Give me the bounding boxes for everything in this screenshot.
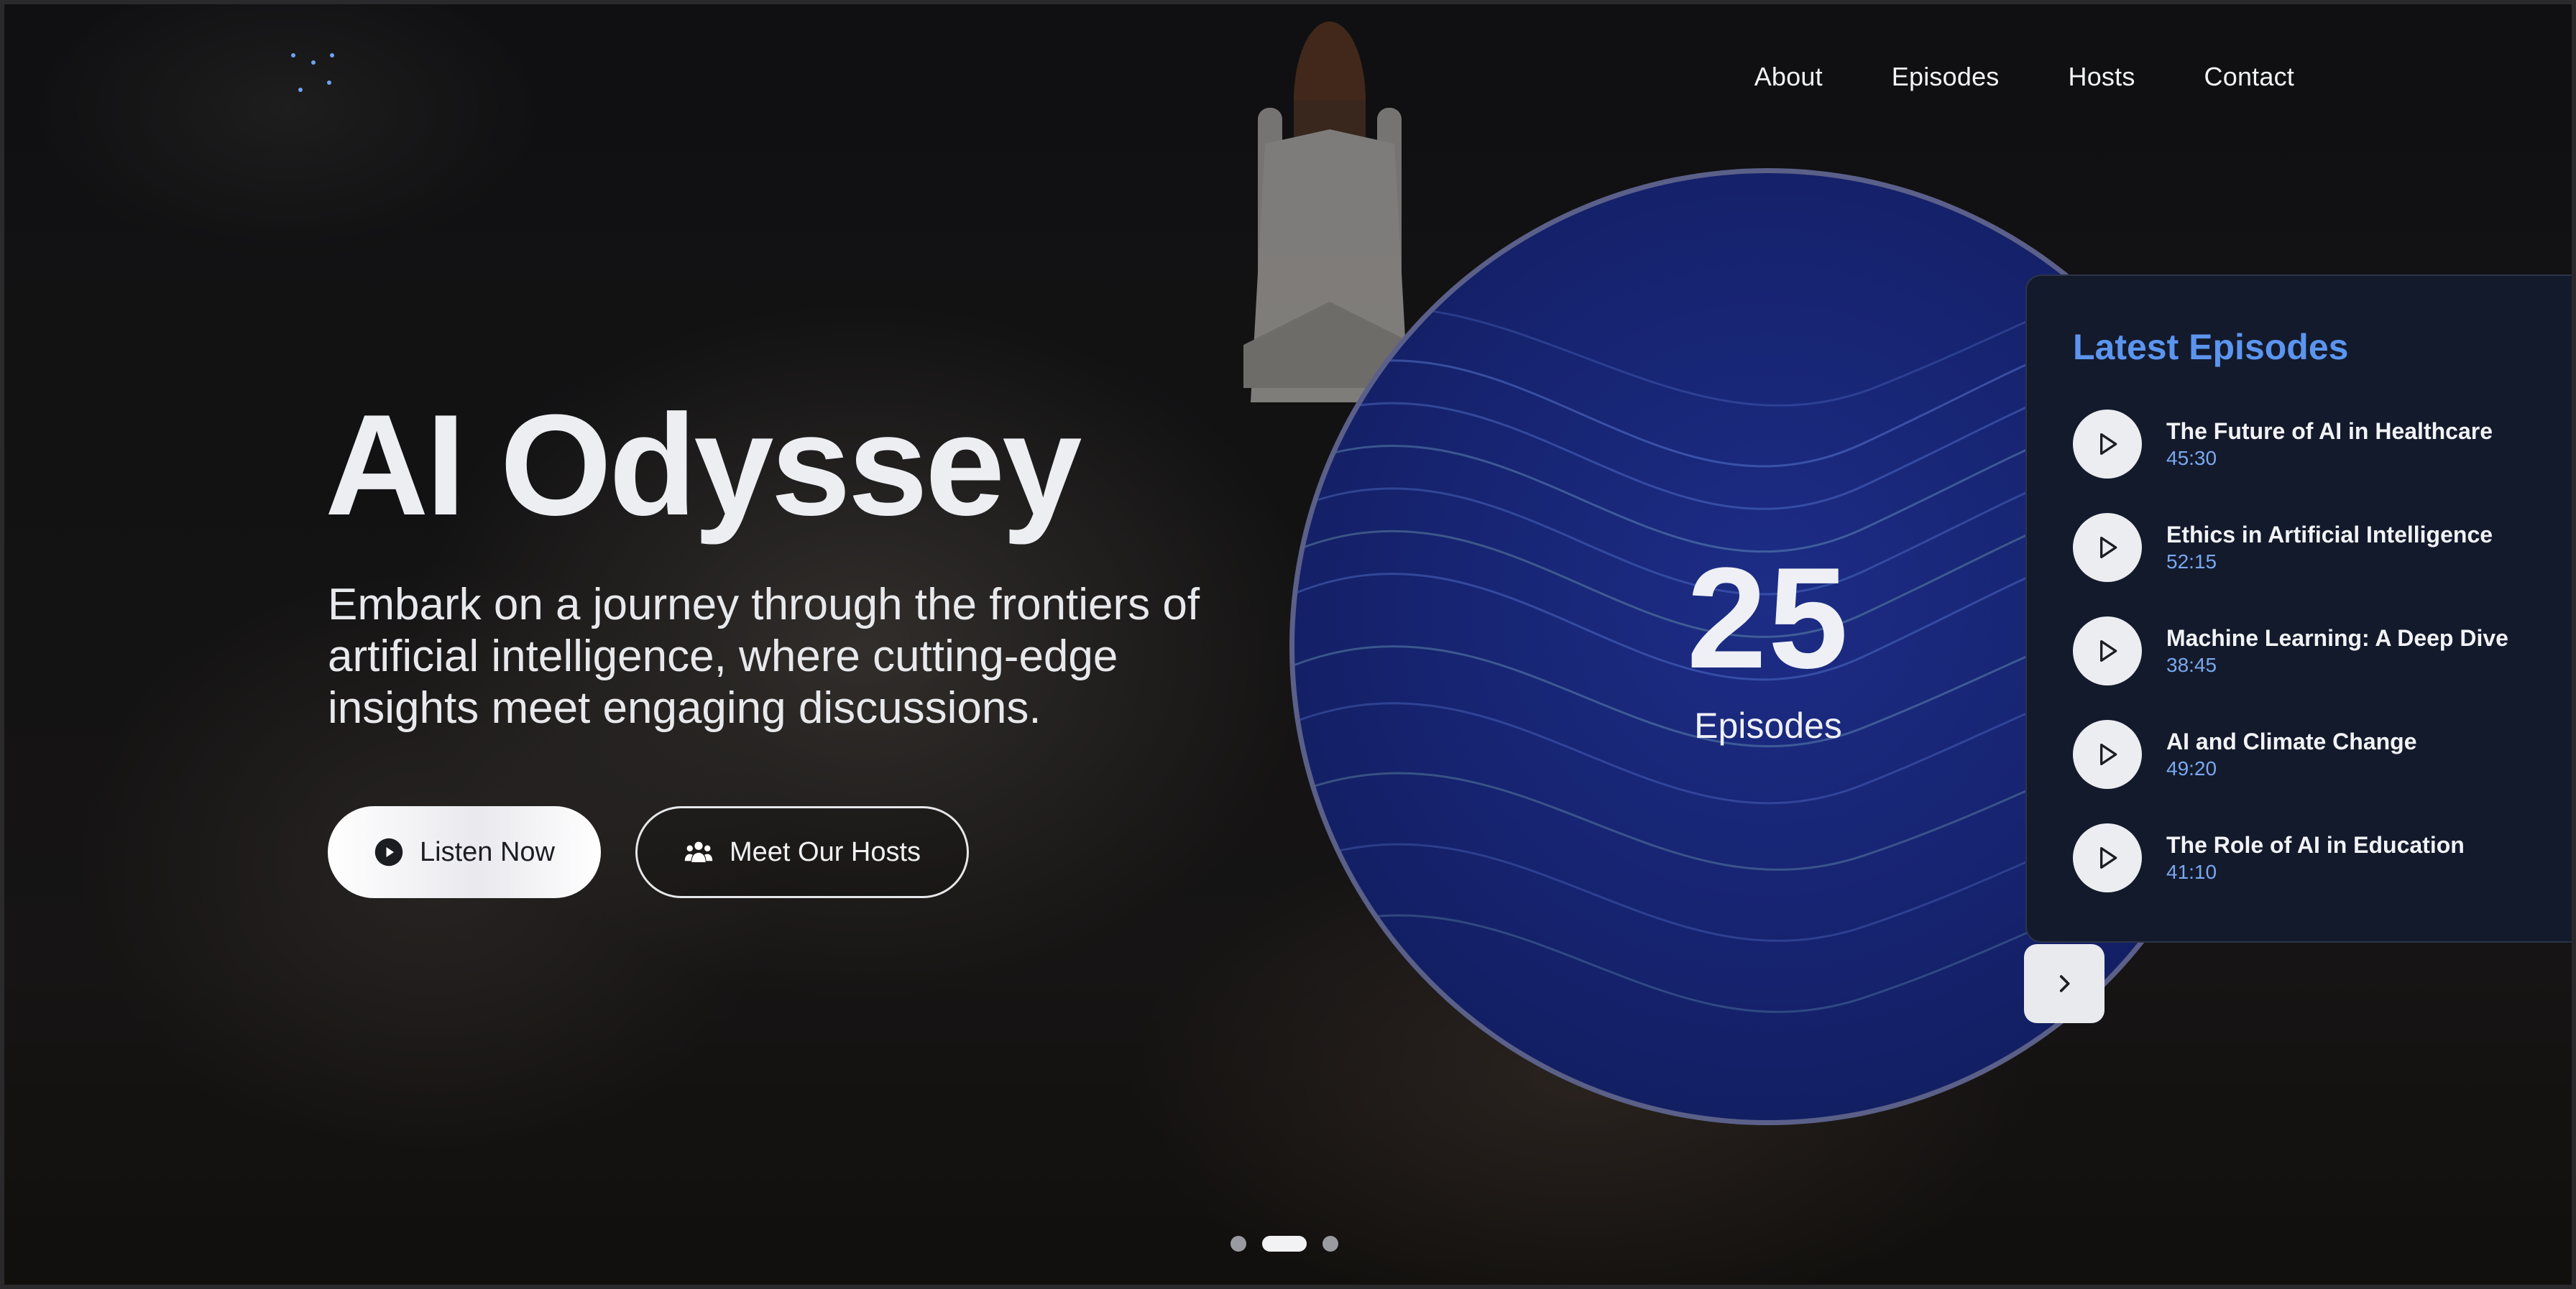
nav-about[interactable]: About xyxy=(1754,62,1823,92)
play-button[interactable] xyxy=(2073,410,2142,479)
play-icon xyxy=(2100,537,2117,558)
episode-item[interactable]: AI and Climate Change 49:20 xyxy=(2073,720,2576,789)
play-icon xyxy=(2100,744,2117,765)
hero-actions: Listen Now Meet Our Hosts xyxy=(328,806,970,898)
episode-title: AI and Climate Change xyxy=(2166,729,2417,754)
pagination-dot[interactable] xyxy=(1230,1236,1246,1252)
play-icon xyxy=(2100,847,2117,869)
play-button[interactable] xyxy=(2073,513,2142,582)
play-icon xyxy=(2100,433,2117,455)
episode-title: The Role of AI in Education xyxy=(2166,832,2465,858)
episode-item[interactable]: Ethics in Artificial Intelligence 52:15 xyxy=(2073,513,2576,582)
play-button[interactable] xyxy=(2073,616,2142,685)
panel-title: Latest Episodes xyxy=(2073,327,2349,367)
hero-title: AI Odyssey xyxy=(325,385,1082,545)
pagination-dot[interactable] xyxy=(1322,1236,1338,1252)
users-icon xyxy=(684,841,713,862)
pagination-dot-active[interactable] xyxy=(1262,1236,1307,1252)
episode-duration: 52:15 xyxy=(2166,550,2217,573)
nav-hosts[interactable]: Hosts xyxy=(2069,62,2135,92)
slide-pagination xyxy=(1230,1236,1338,1252)
listen-now-button[interactable]: Listen Now xyxy=(328,806,601,898)
play-circle-icon xyxy=(374,838,403,867)
episode-duration: 38:45 xyxy=(2166,654,2217,676)
episode-item[interactable]: The Role of AI in Education 41:10 xyxy=(2073,823,2576,892)
play-icon xyxy=(2100,640,2117,662)
episode-duration: 49:20 xyxy=(2166,757,2217,780)
nav-contact[interactable]: Contact xyxy=(2204,62,2294,92)
nav-episodes[interactable]: Episodes xyxy=(1892,62,2000,92)
latest-episodes-panel: Latest Episodes The Future of AI in Heal… xyxy=(2025,274,2576,943)
episode-title: The Future of AI in Healthcare xyxy=(2166,418,2493,444)
meet-hosts-button[interactable]: Meet Our Hosts xyxy=(635,806,970,898)
episode-duration: 45:30 xyxy=(2166,447,2217,469)
chevron-right-icon xyxy=(2059,975,2070,992)
main-nav: About Episodes Hosts Contact xyxy=(1754,62,2294,92)
play-button[interactable] xyxy=(2073,823,2142,892)
episode-title: Machine Learning: A Deep Dive xyxy=(2166,625,2508,651)
logo[interactable] xyxy=(284,49,341,99)
meet-hosts-label: Meet Our Hosts xyxy=(729,836,921,867)
episode-duration: 41:10 xyxy=(2166,861,2217,883)
episode-item[interactable]: The Future of AI in Healthcare 45:30 xyxy=(2073,410,2576,479)
play-button[interactable] xyxy=(2073,720,2142,789)
episode-item[interactable]: Machine Learning: A Deep Dive 38:45 xyxy=(2073,616,2576,685)
episode-title: Ethics in Artificial Intelligence xyxy=(2166,522,2493,548)
panel-next-button[interactable] xyxy=(2024,944,2104,1023)
listen-now-label: Listen Now xyxy=(420,836,555,867)
hero-subtitle: Embark on a journey through the frontier… xyxy=(328,580,1200,733)
